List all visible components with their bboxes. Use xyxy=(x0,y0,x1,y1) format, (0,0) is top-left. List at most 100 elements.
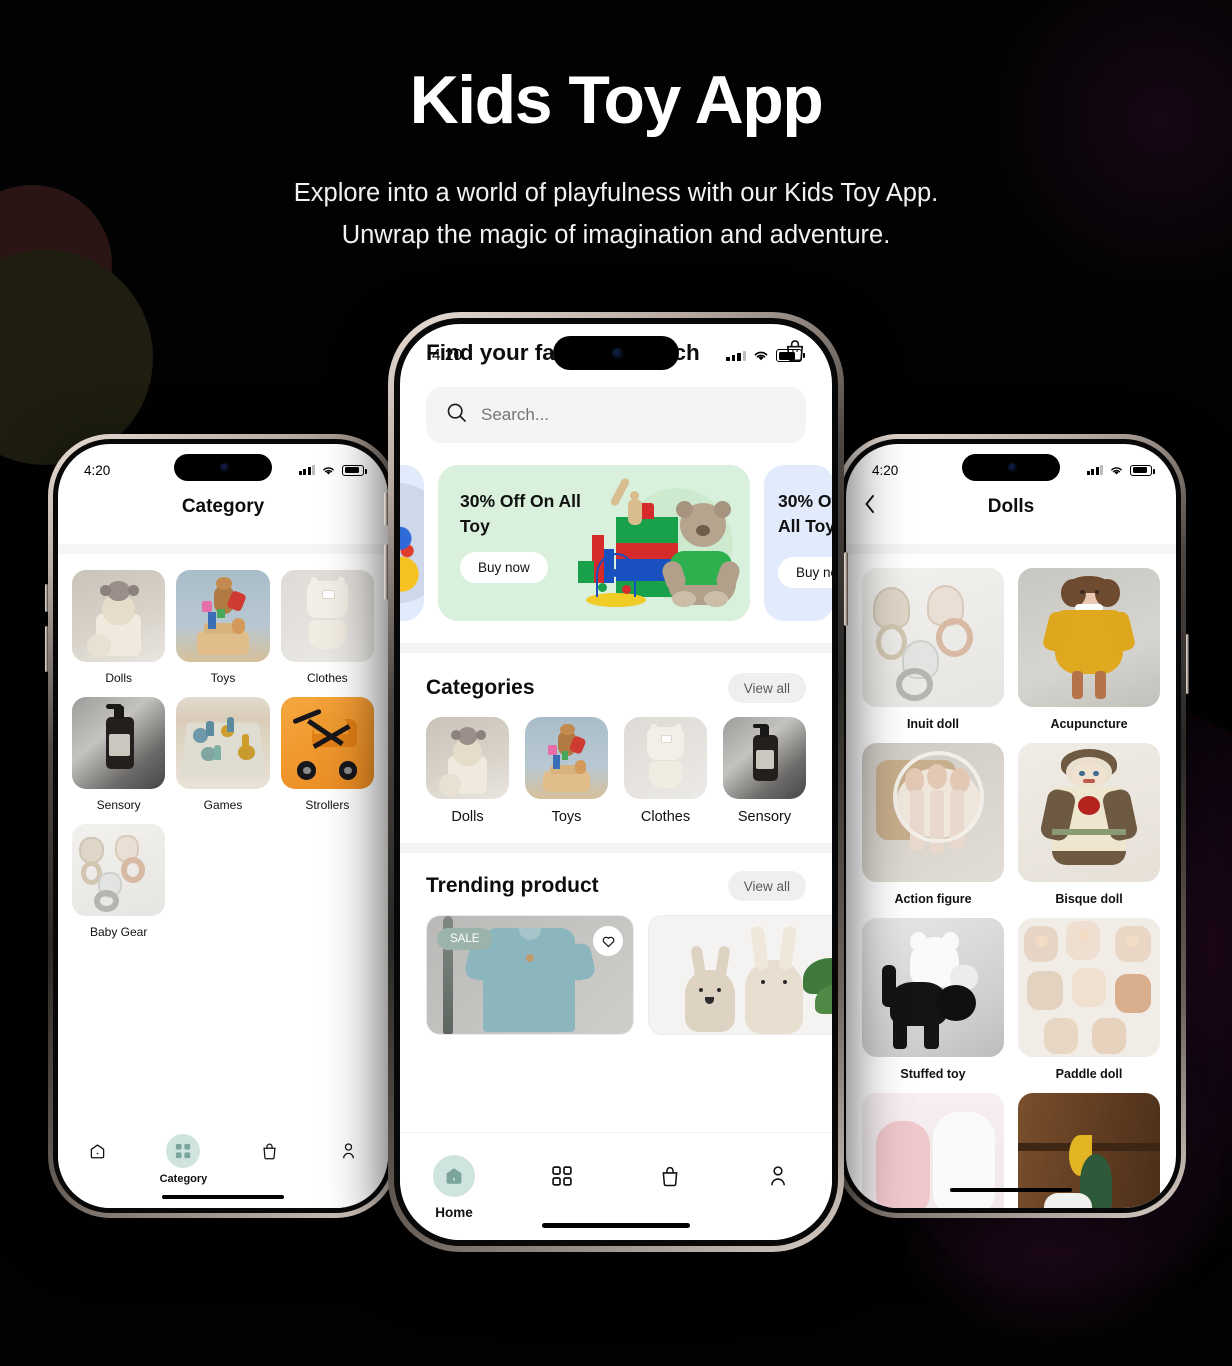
back-button[interactable] xyxy=(864,494,876,519)
category-tile[interactable]: Games xyxy=(176,697,270,812)
category-tile[interactable]: Strollers xyxy=(280,697,374,812)
banner-carousel[interactable]: 30% Off On All Toy Buy now 30% O All Toy… xyxy=(400,465,832,621)
center-screen: 4:20 Find your Search... 30% Off On All … xyxy=(400,324,832,1240)
nav-item-category[interactable] xyxy=(541,1155,583,1205)
category-tile[interactable]: Sensory xyxy=(72,697,166,812)
product-tile[interactable]: Paddle doll xyxy=(1018,918,1160,1081)
category-label: Toys xyxy=(210,671,236,685)
category-image-black-lotion-bottle xyxy=(723,717,806,799)
category-image-cream-knit-baby-set xyxy=(624,717,707,799)
profile-icon xyxy=(757,1155,799,1197)
status-time: 4:20 xyxy=(872,462,899,478)
category-tile[interactable]: Sensory xyxy=(723,717,806,825)
bag-icon xyxy=(252,1134,286,1168)
section-divider xyxy=(400,643,832,653)
volume-up-button[interactable] xyxy=(384,492,388,526)
nav-item-profile[interactable] xyxy=(331,1134,365,1173)
phone-left-category: 4:20 Category Dolls Toys Clothes Sensory… xyxy=(45,434,401,1218)
product-tile[interactable]: Bisque doll xyxy=(1018,743,1160,906)
home-indicator[interactable] xyxy=(162,1194,284,1199)
buy-now-button-next[interactable]: Buy now xyxy=(778,557,832,588)
profile-icon xyxy=(331,1134,365,1168)
battery-icon xyxy=(342,464,367,476)
heart-icon[interactable] xyxy=(593,926,623,956)
wifi-icon xyxy=(1111,466,1122,475)
front-camera-icon xyxy=(1007,463,1017,472)
battery-icon xyxy=(1130,464,1155,476)
dynamic-island xyxy=(962,454,1060,481)
status-time: 4:20 xyxy=(432,346,463,364)
nav-item-bag[interactable] xyxy=(252,1134,286,1173)
category-tile[interactable]: Dolls xyxy=(426,717,509,825)
categories-view-all-button[interactable]: View all xyxy=(727,673,806,703)
categories-section-header: Categories View all xyxy=(400,653,832,703)
home-indicator[interactable] xyxy=(950,1187,1072,1192)
product-label: Stuffed toy xyxy=(900,1067,966,1081)
product-tile[interactable]: Action figure xyxy=(862,743,1004,906)
screen-title: Category xyxy=(181,496,265,517)
product-image-black-white-cat-figures xyxy=(862,918,1004,1057)
nav-item-profile[interactable] xyxy=(757,1155,799,1205)
category-label: Baby Gear xyxy=(89,925,148,939)
front-camera-icon xyxy=(219,463,229,472)
sale-badge: SALE xyxy=(437,928,493,950)
product-image-fabric-dolls-in-basket xyxy=(862,743,1004,882)
banner-card-next[interactable]: 30% Off On All Toy Buy now xyxy=(764,465,832,621)
banner-card-previous[interactable] xyxy=(400,465,424,621)
section-divider xyxy=(846,544,1176,554)
cellular-bars-icon xyxy=(726,350,746,361)
nav-item-home[interactable]: Home xyxy=(433,1155,475,1220)
category-image-cream-knit-baby-set xyxy=(280,570,374,662)
buy-now-button[interactable]: Buy now xyxy=(460,551,548,583)
category-image-wooden-music-box-bear xyxy=(525,717,608,799)
category-tile[interactable]: Toys xyxy=(525,717,608,825)
category-tile[interactable]: Toys xyxy=(176,570,270,685)
trending-title: Trending product xyxy=(426,874,599,897)
nav-item-category[interactable]: Category xyxy=(160,1134,207,1185)
category-image-silicone-baby-feeders xyxy=(72,824,166,916)
home-icon xyxy=(433,1155,475,1197)
product-label: Acupuncture xyxy=(1050,717,1128,731)
dynamic-island xyxy=(553,336,679,370)
section-divider xyxy=(58,544,388,554)
nav-label-home: Home xyxy=(435,1205,473,1220)
left-screen: 4:20 Category Dolls Toys Clothes Sensory… xyxy=(58,444,388,1208)
power-button[interactable] xyxy=(844,552,848,626)
volume-up-button[interactable] xyxy=(45,584,48,612)
hero-subtitle: Explore into a world of playfulness with… xyxy=(0,172,1232,256)
trending-card[interactable]: SALE xyxy=(426,915,634,1035)
category-tile[interactable]: Baby Gear xyxy=(72,824,166,939)
banner-card-active[interactable]: 30% Off On All Toy Buy now xyxy=(438,465,750,621)
product-tile[interactable]: Acupuncture xyxy=(1018,568,1160,731)
app-header: Dolls xyxy=(846,494,1176,522)
hero-subtitle-line-1: Explore into a world of playfulness with… xyxy=(293,179,939,207)
category-label: Dolls xyxy=(105,671,132,685)
category-tile[interactable]: Dolls xyxy=(72,570,166,685)
product-tile[interactable]: Inuit doll xyxy=(862,568,1004,731)
volume-down-button[interactable] xyxy=(45,626,48,672)
search-bar[interactable] xyxy=(426,387,806,443)
categories-title: Categories xyxy=(426,676,535,699)
volume-down-button[interactable] xyxy=(384,544,388,600)
product-label: Bisque doll xyxy=(1055,892,1123,906)
category-tile[interactable]: Clothes xyxy=(280,570,374,685)
power-button[interactable] xyxy=(1186,634,1189,694)
nav-item-home[interactable] xyxy=(81,1134,115,1173)
category-image-doll-in-knit-basket xyxy=(426,717,509,799)
front-camera-icon xyxy=(611,347,623,359)
banner-image-toys xyxy=(400,465,424,621)
home-indicator[interactable] xyxy=(542,1222,690,1228)
status-time: 4:20 xyxy=(84,462,111,478)
category-label: Sensory xyxy=(96,798,141,812)
grid-icon xyxy=(541,1155,583,1197)
category-tile[interactable]: Clothes xyxy=(624,717,707,825)
trending-view-all-button[interactable]: View all xyxy=(727,871,806,901)
product-image-antique-bisque-doll xyxy=(1018,743,1160,882)
nav-item-bag[interactable] xyxy=(649,1155,691,1205)
product-label: Inuit doll xyxy=(906,717,960,731)
search-input[interactable] xyxy=(481,405,786,425)
screen-title: Dolls xyxy=(987,496,1035,517)
category-label: Clothes xyxy=(306,671,348,685)
product-tile[interactable]: Stuffed toy xyxy=(862,918,1004,1081)
trending-card[interactable] xyxy=(648,915,832,1035)
